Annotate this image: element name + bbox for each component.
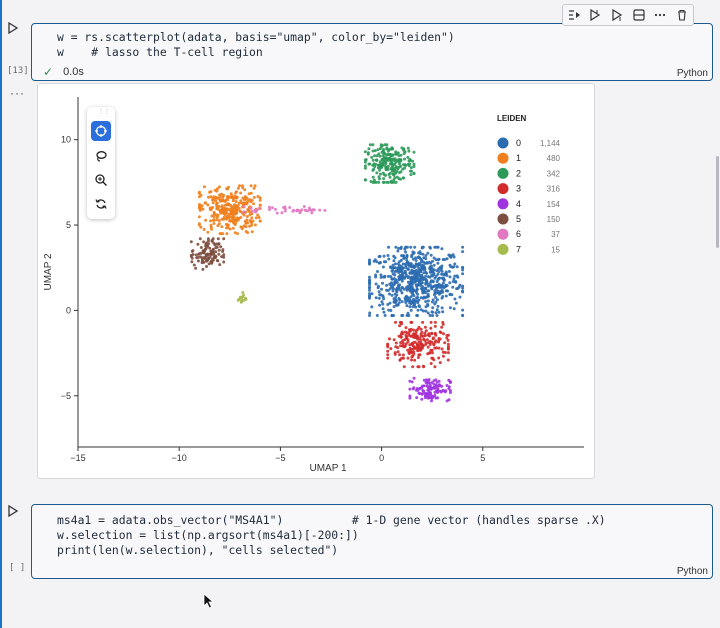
mouse-cursor-icon (203, 593, 215, 614)
success-check-icon: ✓ (43, 65, 54, 79)
code-line-2[interactable]: w.selection = list(np.argsort(ms4a1)[-20… (57, 528, 359, 543)
execution-time: 0.0s (63, 66, 84, 78)
reset-icon[interactable] (91, 194, 111, 214)
code-line-1[interactable]: w = rs.scatterplot(adata, basis="umap", … (57, 30, 455, 45)
code-line-3[interactable]: print(len(w.selection), "cells selected"… (57, 543, 338, 558)
execute-below-icon[interactable] (609, 7, 625, 23)
scatterplot-output[interactable] (37, 83, 595, 479)
pan-icon[interactable] (91, 121, 111, 141)
cell-toolbar (562, 4, 694, 26)
run-icon (8, 504, 19, 518)
zoom-icon[interactable] (91, 170, 111, 190)
execution-count-2: [ ] (9, 563, 26, 573)
code-cell-2[interactable]: ms4a1 = adata.obs_vector("MS4A1") # 1-D … (31, 504, 713, 579)
drag-handle-icon[interactable]: ⋮⋮ (98, 109, 110, 115)
run-by-line-icon[interactable] (566, 7, 582, 23)
run-cell-2-button[interactable] (6, 504, 22, 518)
more-icon[interactable] (652, 7, 668, 23)
output-actions-icon[interactable]: ··· (10, 86, 25, 100)
execution-count-1: [13] (7, 66, 29, 76)
code-line-1[interactable]: ms4a1 = adata.obs_vector("MS4A1") # 1-D … (57, 513, 606, 528)
execute-above-icon[interactable] (587, 7, 603, 23)
vertical-scrollbar[interactable] (716, 156, 719, 248)
cell-focus-indicator (0, 0, 2, 628)
run-icon (8, 21, 19, 35)
plot-tool-palette: ⋮⋮ (87, 107, 115, 219)
language-label[interactable]: Python (677, 566, 708, 577)
language-label[interactable]: Python (677, 68, 708, 79)
split-cell-icon[interactable] (631, 7, 647, 23)
run-cell-1-button[interactable] (6, 21, 22, 35)
code-line-2[interactable]: w # lasso the T-cell region (57, 45, 263, 60)
lasso-icon[interactable] (91, 146, 111, 166)
delete-icon[interactable] (674, 7, 690, 23)
execution-status: ✓ 0.0s (43, 65, 84, 79)
code-cell-1[interactable]: w = rs.scatterplot(adata, basis="umap", … (31, 23, 713, 81)
